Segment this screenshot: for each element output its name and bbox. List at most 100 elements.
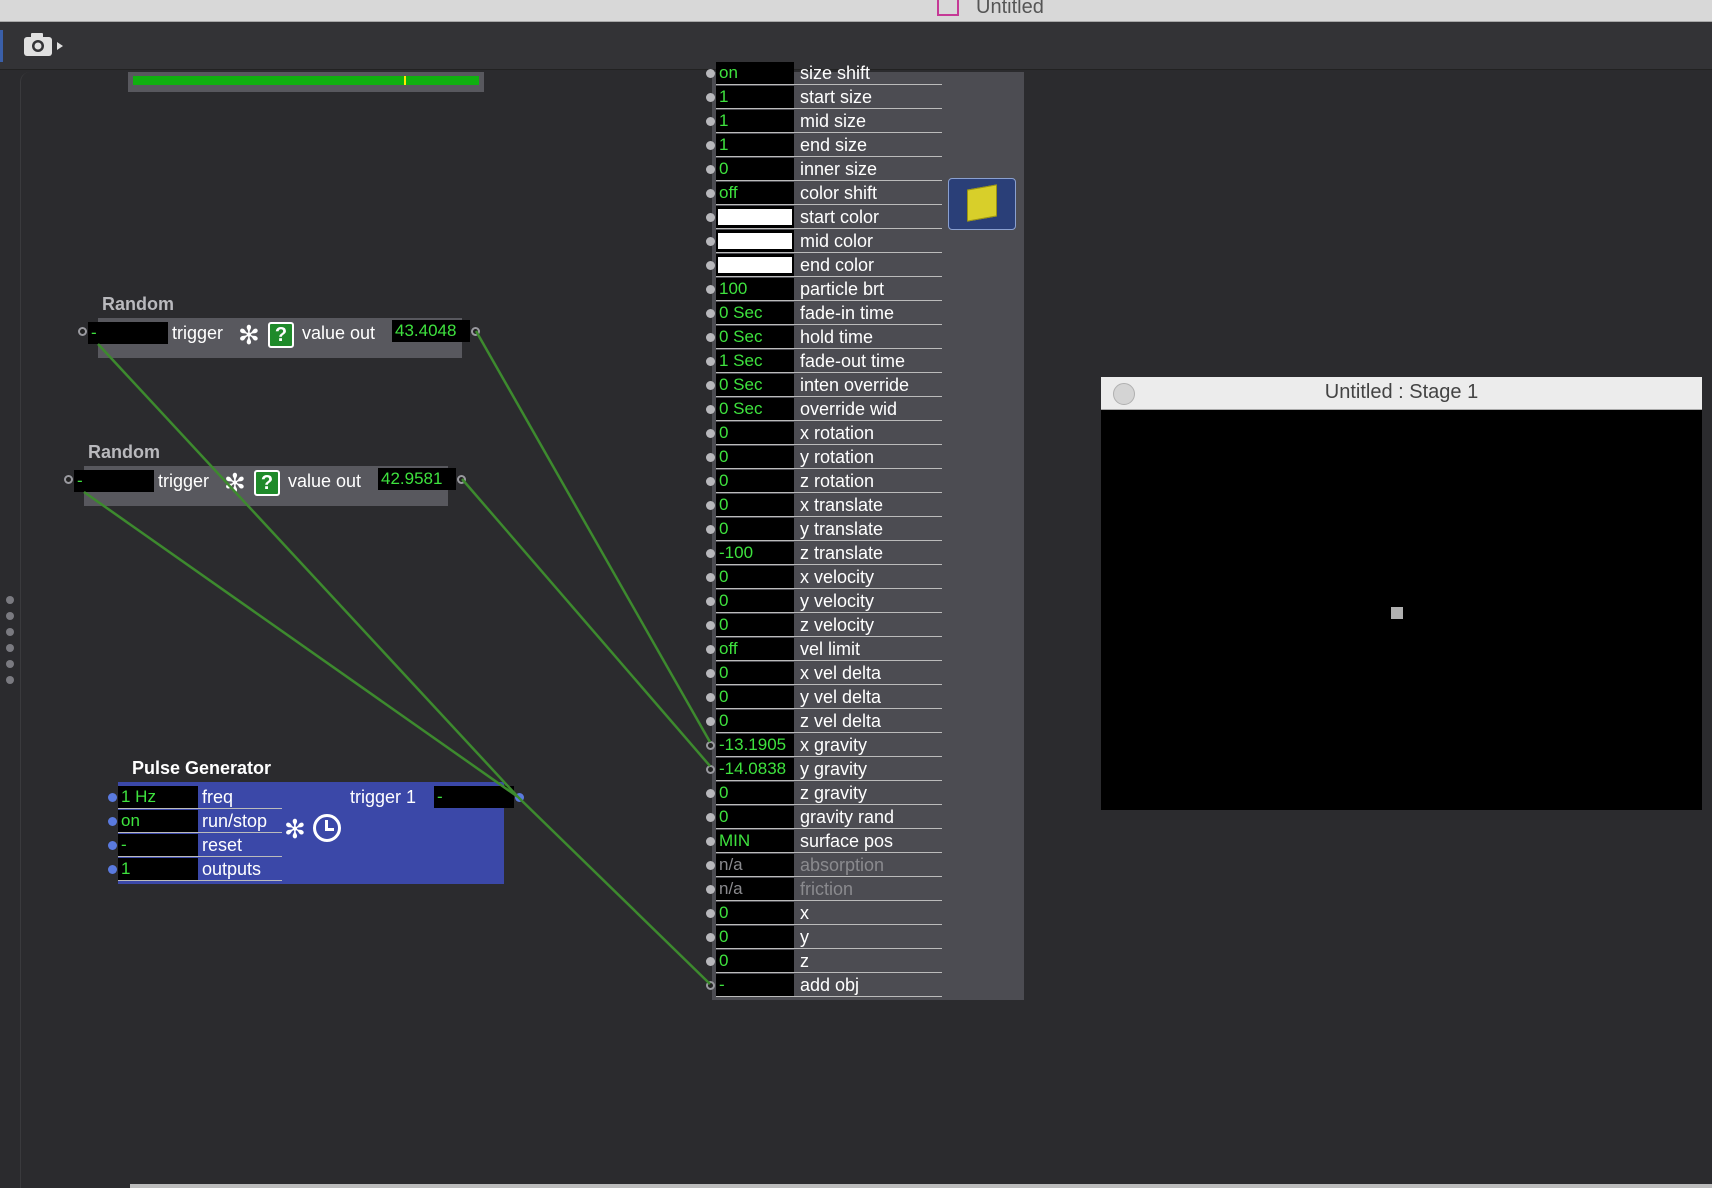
actor-value-field[interactable]: -100 xyxy=(716,542,794,564)
actor-input-port[interactable] xyxy=(706,909,715,918)
actor-input-port[interactable] xyxy=(706,93,715,102)
actor-input-port[interactable] xyxy=(706,189,715,198)
actor-value-field[interactable]: 0 Sec xyxy=(716,398,794,420)
actor-input-port[interactable] xyxy=(706,717,715,726)
pulse-input-port[interactable] xyxy=(108,793,117,802)
actor-input-port[interactable] xyxy=(706,549,715,558)
pulse-value-field[interactable]: 1 Hz xyxy=(118,786,198,808)
actor-value-field[interactable]: off xyxy=(716,182,794,204)
actor-input-port[interactable] xyxy=(706,573,715,582)
actor-value-field[interactable] xyxy=(716,206,794,228)
actor-input-port[interactable] xyxy=(706,741,715,750)
actor-value-field[interactable]: off xyxy=(716,638,794,660)
actor-value-field[interactable]: 0 Sec xyxy=(716,326,794,348)
pulse-value-field[interactable]: 1 xyxy=(118,858,198,880)
actor-input-port[interactable] xyxy=(706,141,715,150)
actor-value-field[interactable]: 100 xyxy=(716,278,794,300)
pulse-trigger-1-port[interactable] xyxy=(515,793,524,802)
pulse-value-field[interactable]: - xyxy=(118,834,198,856)
actor-input-port[interactable] xyxy=(706,813,715,822)
actor-input-port[interactable] xyxy=(706,285,715,294)
pulse-value-field[interactable]: on xyxy=(118,810,198,832)
side-handle[interactable] xyxy=(6,596,14,692)
actor-value-field[interactable] xyxy=(716,230,794,252)
actor-value-field[interactable]: 0 xyxy=(716,614,794,636)
actor-value-field[interactable]: -14.0838 xyxy=(716,758,794,780)
actor-value-field[interactable]: 1 Sec xyxy=(716,350,794,372)
actor-value-field[interactable]: -13.1905 xyxy=(716,734,794,756)
actor-input-port[interactable] xyxy=(706,933,715,942)
actor-input-port[interactable] xyxy=(706,837,715,846)
actor-value-field[interactable]: MIN xyxy=(716,830,794,852)
actor-value-field[interactable]: 0 xyxy=(716,422,794,444)
actor-input-port[interactable] xyxy=(706,861,715,870)
actor-input-port[interactable] xyxy=(706,381,715,390)
stage-window[interactable]: Untitled : Stage 1 xyxy=(1101,377,1702,810)
actor-value-field[interactable]: 0 xyxy=(716,710,794,732)
pulse-input-port[interactable] xyxy=(108,841,117,850)
actor-input-port[interactable] xyxy=(706,429,715,438)
actor-value-field[interactable]: 0 xyxy=(716,926,794,948)
actor-value-field[interactable]: n/a xyxy=(716,854,794,876)
actor-value-field[interactable]: on xyxy=(716,62,794,84)
actor-input-port[interactable] xyxy=(706,765,715,774)
actor-input-port[interactable] xyxy=(706,669,715,678)
actor-input-port[interactable] xyxy=(706,213,715,222)
actor-input-port[interactable] xyxy=(706,333,715,342)
actor-input-port[interactable] xyxy=(706,405,715,414)
actor-input-port[interactable] xyxy=(706,69,715,78)
actor-value-field[interactable]: 0 xyxy=(716,902,794,924)
actor-input-port[interactable] xyxy=(706,477,715,486)
actor-input-port[interactable] xyxy=(706,885,715,894)
actor-value-field[interactable]: 0 xyxy=(716,470,794,492)
help-button[interactable]: ? xyxy=(268,322,294,348)
actor-input-port[interactable] xyxy=(706,261,715,270)
actor-value-field[interactable]: 0 xyxy=(716,686,794,708)
pulse-input-port[interactable] xyxy=(108,817,117,826)
actor-value-field[interactable]: 0 xyxy=(716,158,794,180)
actor-input-port[interactable] xyxy=(706,165,715,174)
actor-value-field[interactable]: 1 xyxy=(716,134,794,156)
actor-value-field[interactable]: 0 Sec xyxy=(716,302,794,324)
actor-value-field[interactable]: 0 xyxy=(716,950,794,972)
actor-input-port[interactable] xyxy=(706,501,715,510)
actor-input-port[interactable] xyxy=(706,645,715,654)
random-1-trigger-port[interactable] xyxy=(78,327,87,336)
actor-input-port[interactable] xyxy=(706,453,715,462)
actor-value-field[interactable]: 1 xyxy=(716,110,794,132)
random-2-out-port[interactable] xyxy=(457,475,466,484)
actor-value-field[interactable]: - xyxy=(716,974,794,996)
actor-value-field[interactable]: 0 xyxy=(716,446,794,468)
random-2-trigger-port[interactable] xyxy=(64,475,73,484)
actor-input-port[interactable] xyxy=(706,357,715,366)
actor-value-field[interactable]: 0 xyxy=(716,566,794,588)
actor-value-field[interactable]: 0 xyxy=(716,494,794,516)
actor-input-port[interactable] xyxy=(706,525,715,534)
scrollbar[interactable] xyxy=(130,1184,1712,1188)
actor-input-port[interactable] xyxy=(706,309,715,318)
actor-value-field[interactable]: 0 Sec xyxy=(716,374,794,396)
actor-input-port[interactable] xyxy=(706,981,715,990)
actor-value-field[interactable] xyxy=(716,254,794,276)
actor-value-field[interactable]: 0 xyxy=(716,518,794,540)
actor-value-field[interactable]: 0 xyxy=(716,806,794,828)
random-1-out-port[interactable] xyxy=(471,327,480,336)
stage-titlebar[interactable]: Untitled : Stage 1 xyxy=(1101,377,1702,410)
actor-value-field[interactable]: 0 xyxy=(716,590,794,612)
random-1-trigger-field[interactable]: - xyxy=(88,322,168,344)
actor-value-field[interactable]: 0 xyxy=(716,662,794,684)
actor-value-field[interactable]: 1 xyxy=(716,86,794,108)
help-button[interactable]: ? xyxy=(254,470,280,496)
actor-value-field[interactable]: 0 xyxy=(716,782,794,804)
random-2-trigger-field[interactable]: - xyxy=(74,470,154,492)
actor-input-port[interactable] xyxy=(706,621,715,630)
actor-input-port[interactable] xyxy=(706,237,715,246)
pulse-input-port[interactable] xyxy=(108,865,117,874)
actor-value-field[interactable]: n/a xyxy=(716,878,794,900)
actor-input-port[interactable] xyxy=(706,789,715,798)
actor-input-port[interactable] xyxy=(706,957,715,966)
actor-input-port[interactable] xyxy=(706,597,715,606)
camera-icon[interactable] xyxy=(22,30,66,67)
actor-input-port[interactable] xyxy=(706,693,715,702)
actor-input-port[interactable] xyxy=(706,117,715,126)
